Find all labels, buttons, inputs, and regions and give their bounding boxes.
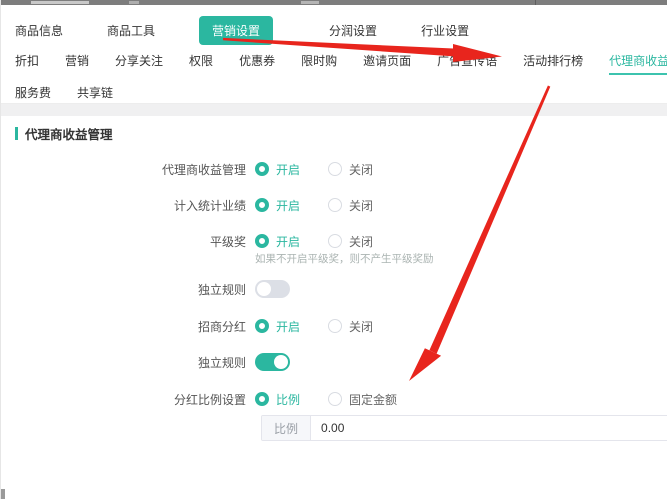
tab-product-tools[interactable]: 商品工具: [107, 22, 155, 39]
radio-label: 开启: [276, 197, 300, 214]
radio-label: 开启: [276, 233, 300, 250]
same-level-bonus-hint: 如果不开启平级奖，则不产生平级奖励: [255, 251, 667, 266]
section-heading: 代理商收益管理: [1, 116, 667, 143]
note-row: 如果不开启平级奖，则不产生平级奖励: [1, 251, 667, 265]
background-window-divider: [535, 0, 536, 5]
ratio-input-group: 比例: [261, 415, 667, 441]
background-window-strip: [1, 0, 667, 5]
page-title: 代理商收益管理: [25, 124, 113, 143]
tab-industry-settings[interactable]: 行业设置: [421, 22, 469, 39]
radio-ratio[interactable]: 比例: [255, 391, 300, 408]
radio-label: 开启: [276, 161, 300, 178]
radio-off[interactable]: 关闭: [328, 161, 373, 178]
radio-off[interactable]: 关闭: [328, 197, 373, 214]
radio-dot-icon: [255, 319, 269, 333]
field-label: 计入统计业绩: [1, 197, 246, 214]
radio-on[interactable]: 开启: [255, 197, 300, 214]
radio-label: 比例: [276, 391, 300, 408]
corner-fragment: [1, 489, 5, 499]
radio-dot-icon: [255, 234, 269, 248]
field-label: 分红比例设置: [1, 391, 246, 408]
heading-accent-bar: [15, 127, 18, 140]
ratio-input-prefix: 比例: [262, 416, 311, 440]
radio-label: 固定金额: [349, 391, 397, 408]
independent-rule-toggle-on[interactable]: [255, 353, 290, 371]
radio-label: 开启: [276, 318, 300, 335]
background-window-fragment: [31, 1, 89, 4]
subtab-ad-slogan[interactable]: 广告宣传语: [437, 52, 497, 75]
background-window-fragment: [129, 1, 139, 4]
subtab-discount[interactable]: 折扣: [15, 52, 39, 75]
radio-on[interactable]: 开启: [255, 318, 300, 335]
toggle-knob: [257, 282, 271, 296]
tabs-card: 商品信息 商品工具 营销设置 分润设置 行业设置 折扣 营销 分享关注 权限 优…: [1, 5, 667, 104]
radio-dot-icon: [328, 234, 342, 248]
independent-rule-toggle-off[interactable]: [255, 280, 290, 298]
secondary-tab-bar-row1: 折扣 营销 分享关注 权限 优惠券 限时购 邀请页面 广告宣传语 活动排行榜 代…: [1, 49, 667, 77]
field-label: 代理商收益管理: [1, 161, 246, 178]
radio-fixed-amount[interactable]: 固定金额: [328, 391, 397, 408]
radio-dot-icon: [328, 392, 342, 406]
radio-dot-icon: [255, 198, 269, 212]
form-row-count-into-stats: 计入统计业绩 开启 关闭: [1, 195, 667, 215]
form-row-independent-rule-2: 独立规则: [1, 352, 667, 372]
toggle-knob: [274, 355, 288, 369]
radio-on[interactable]: 开启: [255, 233, 300, 250]
subtab-share-follow[interactable]: 分享关注: [115, 52, 163, 75]
radio-dot-icon: [328, 162, 342, 176]
radio-label: 关闭: [349, 233, 373, 250]
field-label: 招商分红: [1, 318, 246, 335]
background-window-fragment: [301, 1, 319, 4]
form-row-dividend-ratio-setting: 分红比例设置 比例 固定金额: [1, 389, 667, 409]
radio-off[interactable]: 关闭: [328, 233, 373, 250]
settings-form: 代理商收益管理 开启 关闭 计入统计业绩: [1, 159, 667, 441]
radio-dot-icon: [255, 162, 269, 176]
field-label: 平级奖: [1, 233, 246, 250]
radio-off[interactable]: 关闭: [328, 318, 373, 335]
subtab-permissions[interactable]: 权限: [189, 52, 213, 75]
ratio-input[interactable]: [311, 416, 667, 440]
radio-label: 关闭: [349, 161, 373, 178]
subtab-agent-income-management-active[interactable]: 代理商收益管理: [609, 52, 667, 75]
form-row-independent-rule-1: 独立规则: [1, 279, 667, 299]
subtab-invite-page[interactable]: 邀请页面: [363, 52, 411, 75]
tab-product-info[interactable]: 商品信息: [15, 22, 63, 39]
form-row-agent-income: 代理商收益管理 开启 关闭: [1, 159, 667, 179]
subtab-flash-sale[interactable]: 限时购: [301, 52, 337, 75]
subtab-coupon[interactable]: 优惠券: [239, 52, 275, 75]
radio-dot-icon: [328, 319, 342, 333]
form-row-recruit-dividend: 招商分红 开启 关闭: [1, 316, 667, 336]
radio-on[interactable]: 开启: [255, 161, 300, 178]
radio-dot-icon: [328, 198, 342, 212]
radio-label: 关闭: [349, 197, 373, 214]
content-card: 代理商收益管理 代理商收益管理 开启 关闭 计入统计业绩: [1, 116, 667, 499]
field-label: 独立规则: [1, 281, 246, 298]
section-divider-band: [1, 104, 667, 116]
agent-income-settings-page: 商品信息 商品工具 营销设置 分润设置 行业设置 折扣 营销 分享关注 权限 优…: [0, 0, 667, 499]
radio-dot-icon: [255, 392, 269, 406]
primary-tab-bar: 商品信息 商品工具 营销设置 分润设置 行业设置: [1, 5, 667, 45]
tab-marketing-settings-active[interactable]: 营销设置: [199, 16, 273, 45]
tab-profit-sharing-settings[interactable]: 分润设置: [329, 22, 377, 39]
form-row-same-level-bonus: 平级奖 开启 关闭: [1, 231, 667, 251]
ratio-input-row: 比例: [261, 415, 667, 441]
field-label: 独立规则: [1, 354, 246, 371]
subtab-activity-ranking[interactable]: 活动排行榜: [523, 52, 583, 75]
subtab-marketing[interactable]: 营销: [65, 52, 89, 75]
radio-label: 关闭: [349, 318, 373, 335]
